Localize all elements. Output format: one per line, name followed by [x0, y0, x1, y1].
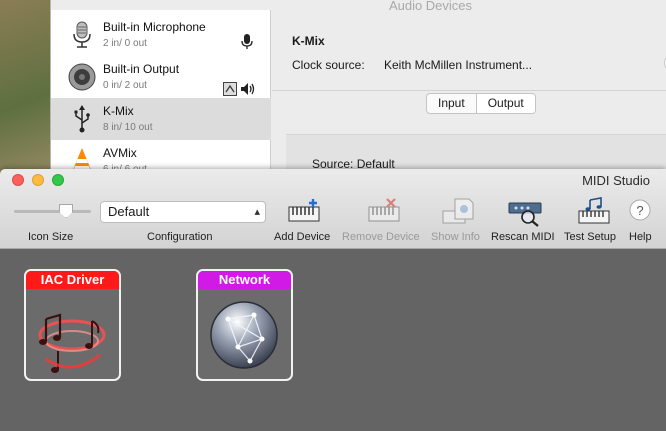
device-name: K-Mix: [103, 104, 134, 118]
remove-device-icon: [368, 198, 400, 222]
close-window-button[interactable]: [12, 174, 24, 186]
configuration-select[interactable]: Default ▴: [100, 201, 266, 223]
device-name: Built-in Output: [103, 62, 180, 76]
test-setup-icon[interactable]: [577, 197, 611, 227]
audio-devices-window: Audio Devices Built-in Microphone 2 in/ …: [50, 0, 666, 194]
device-row-built-in-output[interactable]: Built-in Output 0 in/ 2 out: [51, 56, 271, 98]
device-header-network: Network: [198, 271, 291, 289]
help-button[interactable]: Help: [629, 231, 652, 243]
audio-device-detail: K-Mix Clock source: Keith McMillen Instr…: [272, 10, 666, 194]
device-row-built-in-microphone[interactable]: Built-in Microphone 2 in/ 0 out: [51, 14, 271, 56]
midi-toolbar: MIDI Studio Icon Size Default ▴ Configur…: [0, 169, 666, 249]
chevron-updown-icon: ▴: [254, 206, 260, 218]
iac-driver-music-notes-icon: [38, 313, 106, 373]
remove-device-button: Remove Device: [342, 231, 420, 243]
rescan-midi-button[interactable]: Rescan MIDI: [491, 231, 555, 243]
show-info-button: Show Info: [431, 231, 480, 243]
device-channels: 0 in/ 2 out: [103, 80, 147, 91]
add-device-icon[interactable]: [287, 197, 321, 227]
system-output-icon: [223, 82, 237, 96]
microphone-device-icon: [73, 21, 91, 48]
divider: [272, 90, 666, 91]
show-info-icon: [442, 198, 474, 224]
device-channels: 2 in/ 0 out: [103, 38, 147, 49]
add-device-button[interactable]: Add Device: [274, 231, 330, 243]
speaker-device-icon: [68, 63, 96, 91]
device-name: Built-in Microphone: [103, 20, 206, 34]
selected-device-name: K-Mix: [292, 34, 325, 48]
device-name: AVMix: [103, 146, 137, 160]
midi-window-title: MIDI Studio: [582, 173, 650, 188]
icon-size-slider-knob[interactable]: [59, 204, 73, 218]
midi-studio-window: MIDI Studio Icon Size Default ▴ Configur…: [0, 169, 666, 431]
clock-source-label: Clock source:: [292, 58, 365, 72]
device-channels: 8 in/ 10 out: [103, 122, 153, 133]
network-globe-icon: [210, 301, 278, 369]
device-row-k-mix[interactable]: K-Mix 8 in/ 10 out: [51, 98, 271, 140]
test-setup-button[interactable]: Test Setup: [564, 231, 616, 243]
svg-text:?: ?: [636, 203, 643, 218]
configuration-value: Default: [108, 204, 150, 219]
device-header-iac-driver: IAC Driver: [26, 271, 119, 289]
configuration-label: Configuration: [147, 231, 213, 243]
audio-device-list: Built-in Microphone 2 in/ 0 out Built-in…: [51, 10, 271, 186]
minimize-window-button[interactable]: [32, 174, 44, 186]
mic-input-icon: [241, 34, 253, 49]
speaker-output-icon: [241, 83, 255, 95]
tab-output[interactable]: Output: [475, 94, 535, 113]
device-iac-driver[interactable]: IAC Driver: [24, 269, 121, 381]
icon-size-label: Icon Size: [28, 231, 74, 243]
rescan-midi-icon[interactable]: [508, 197, 542, 227]
tab-input[interactable]: Input: [427, 94, 476, 113]
usb-device-icon: [74, 105, 90, 133]
clock-source-popup[interactable]: Keith McMillen Instrument...: [384, 58, 532, 72]
icon-size-slider-track[interactable]: [14, 210, 91, 213]
help-icon[interactable]: ?: [625, 197, 655, 227]
device-network[interactable]: Network: [196, 269, 293, 381]
zoom-window-button[interactable]: [52, 174, 64, 186]
input-output-segmented-control: Input Output: [426, 93, 536, 114]
